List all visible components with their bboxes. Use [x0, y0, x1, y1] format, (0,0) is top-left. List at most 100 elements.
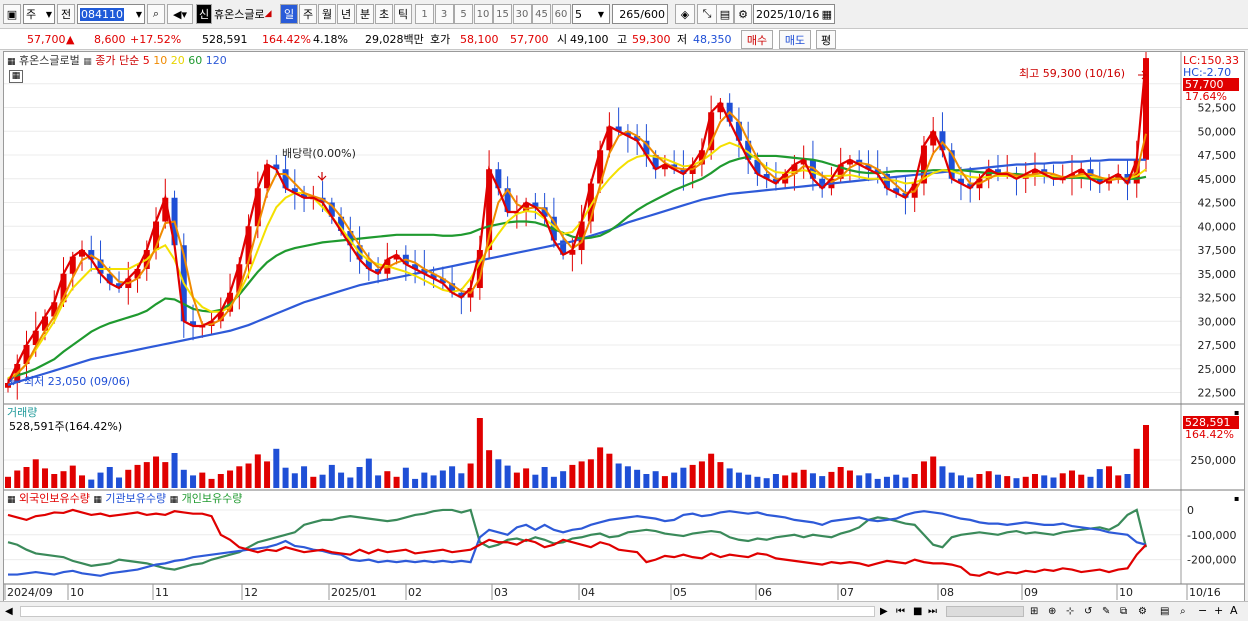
- settings-icon[interactable]: ⚙: [1138, 605, 1147, 618]
- volume-bar: [689, 464, 696, 488]
- volume-bar: [347, 477, 354, 488]
- volume-pct-tag: 164.42%: [1185, 428, 1234, 441]
- period-tab-3[interactable]: 년: [337, 4, 355, 24]
- volume-bar: [1031, 474, 1038, 488]
- grid-icon[interactable]: ▦: [93, 495, 102, 505]
- panel-close-icon[interactable]: ▪: [1234, 492, 1239, 505]
- rewind-icon[interactable]: ⏮: [896, 605, 905, 618]
- edit-icon[interactable]: ✎: [1102, 605, 1110, 618]
- period-tab-4[interactable]: 분: [356, 4, 374, 24]
- chart-window-icon[interactable]: ▣: [3, 4, 21, 24]
- restore-icon[interactable]: ↺: [1084, 605, 1092, 618]
- volume-bar: [985, 471, 992, 488]
- interval-button-0[interactable]: 1: [415, 4, 434, 24]
- horizontal-scrollbar[interactable]: [20, 606, 875, 617]
- ask-price-1: 58,100: [460, 33, 499, 46]
- font-size-icon[interactable]: A: [1230, 604, 1238, 617]
- scroll-left-icon[interactable]: ◀: [5, 605, 13, 618]
- volume-bar: [1022, 476, 1029, 488]
- volume-bar: [1115, 475, 1122, 488]
- volume-bar: [615, 463, 622, 488]
- indicator-add-icon[interactable]: ◈: [675, 4, 695, 24]
- y-tick-label: 47,500: [1198, 149, 1237, 162]
- period-tab-0[interactable]: 일: [280, 4, 298, 24]
- compare-icon[interactable]: ⊞: [1030, 605, 1038, 618]
- period-tab-2[interactable]: 월: [318, 4, 336, 24]
- stock-chart[interactable]: 55,00052,50050,00047,50045,00042,50040,0…: [4, 52, 1244, 602]
- sell-button[interactable]: 매도: [779, 30, 811, 49]
- volume-bar: [911, 474, 918, 488]
- scroll-right-icon[interactable]: ▶: [880, 605, 888, 618]
- x-tick-label: 03: [494, 586, 508, 599]
- volume-bar: [541, 467, 548, 488]
- prev-button[interactable]: 전: [57, 4, 75, 24]
- grid-icon[interactable]: ▦: [83, 57, 92, 67]
- volume-bar: [930, 456, 937, 488]
- grid-icon[interactable]: ▦: [7, 57, 16, 67]
- interval-button-6[interactable]: 45: [532, 4, 551, 24]
- zoom-out-icon[interactable]: −: [1198, 604, 1207, 617]
- copy-icon[interactable]: ⧉: [1120, 605, 1127, 618]
- change-pct-tag: 17.64%: [1185, 90, 1227, 103]
- y-tick-label: 22,500: [1198, 387, 1237, 400]
- period-select[interactable]: 주 ▼: [23, 4, 55, 24]
- interval-button-4[interactable]: 15: [493, 4, 512, 24]
- grid-icon[interactable]: ▦: [7, 495, 16, 505]
- draw-tool-icon[interactable]: ⤡: [697, 4, 717, 24]
- volume-bar: [560, 471, 567, 488]
- volume-bar: [153, 456, 160, 488]
- fast-forward-icon[interactable]: ⏭: [928, 605, 937, 618]
- volume-bar: [421, 472, 428, 488]
- stock-code-input[interactable]: 084110 ▼: [77, 4, 145, 24]
- volume-bar: [809, 473, 816, 488]
- date-input[interactable]: 2025/10/16 ▦: [753, 4, 835, 24]
- save-icon[interactable]: ▤: [716, 4, 734, 24]
- x-tick-label: 04: [581, 586, 595, 599]
- ma60-label: 60: [188, 54, 203, 67]
- avg-price-button[interactable]: 평: [816, 30, 836, 49]
- interval-button-1[interactable]: 3: [434, 4, 454, 24]
- zoom-slider[interactable]: [946, 606, 1024, 617]
- chevron-down-icon[interactable]: ▼: [593, 4, 609, 24]
- crosshair-icon[interactable]: ⊕: [1048, 605, 1056, 618]
- volume-bar: [763, 478, 770, 488]
- bar-count-value: 265: [619, 7, 641, 21]
- interval-button-5[interactable]: 30: [512, 4, 532, 24]
- buy-button[interactable]: 매수: [741, 30, 773, 49]
- y-tick-label: 50,000: [1198, 125, 1237, 138]
- volume-bar: [1059, 473, 1066, 488]
- volume-bar: [1143, 425, 1149, 488]
- volume-bar: [319, 474, 326, 488]
- chart-nav-bar: ◀ ▶ ⏮ ■ ⏭ ⊞ ⊕ ⊹ ↺ ✎ ⧉ ⚙ ▤ ⌕ − + A: [0, 601, 1248, 621]
- panel-close-icon[interactable]: ▪: [1234, 406, 1239, 419]
- grid-icon[interactable]: ▦: [170, 495, 179, 505]
- ma10-label: 10: [153, 54, 168, 67]
- open-label: 시: [557, 33, 568, 46]
- interval-button-3[interactable]: 10: [473, 4, 493, 24]
- volume-bar: [162, 462, 169, 488]
- volume-bars: [5, 418, 1149, 488]
- ma-title: 종가 단순: [95, 54, 140, 67]
- period-tab-6[interactable]: 틱: [394, 4, 412, 24]
- calculator-icon[interactable]: ▦: [9, 70, 23, 83]
- gear-icon[interactable]: ⚙: [734, 4, 752, 24]
- chart-area[interactable]: 55,00052,50050,00047,50045,00042,50040,0…: [3, 51, 1245, 603]
- volume-bar: [245, 463, 252, 488]
- interval-button-2[interactable]: 5: [454, 4, 473, 24]
- zoom-icon[interactable]: ⌕: [1180, 605, 1186, 618]
- search-icon[interactable]: ⌕: [147, 4, 165, 24]
- bar-count-field[interactable]: 265/600: [612, 4, 668, 24]
- period-tab-1[interactable]: 주: [299, 4, 317, 24]
- stock-name-text: 휴온스글로: [214, 8, 265, 21]
- interval-button-7[interactable]: 60: [551, 4, 571, 24]
- speaker-icon[interactable]: ◀▾: [167, 4, 193, 24]
- price-change: 8,600: [94, 33, 126, 46]
- volume-bar: [264, 461, 271, 488]
- volume-bar: [652, 471, 659, 488]
- layout-icon[interactable]: ▤: [1160, 605, 1169, 618]
- period-tab-5[interactable]: 초: [375, 4, 393, 24]
- stop-icon[interactable]: ■: [913, 605, 922, 618]
- volume-bar: [569, 464, 576, 488]
- zoom-in-icon[interactable]: +: [1214, 604, 1223, 617]
- cursor-icon[interactable]: ⊹: [1066, 605, 1074, 618]
